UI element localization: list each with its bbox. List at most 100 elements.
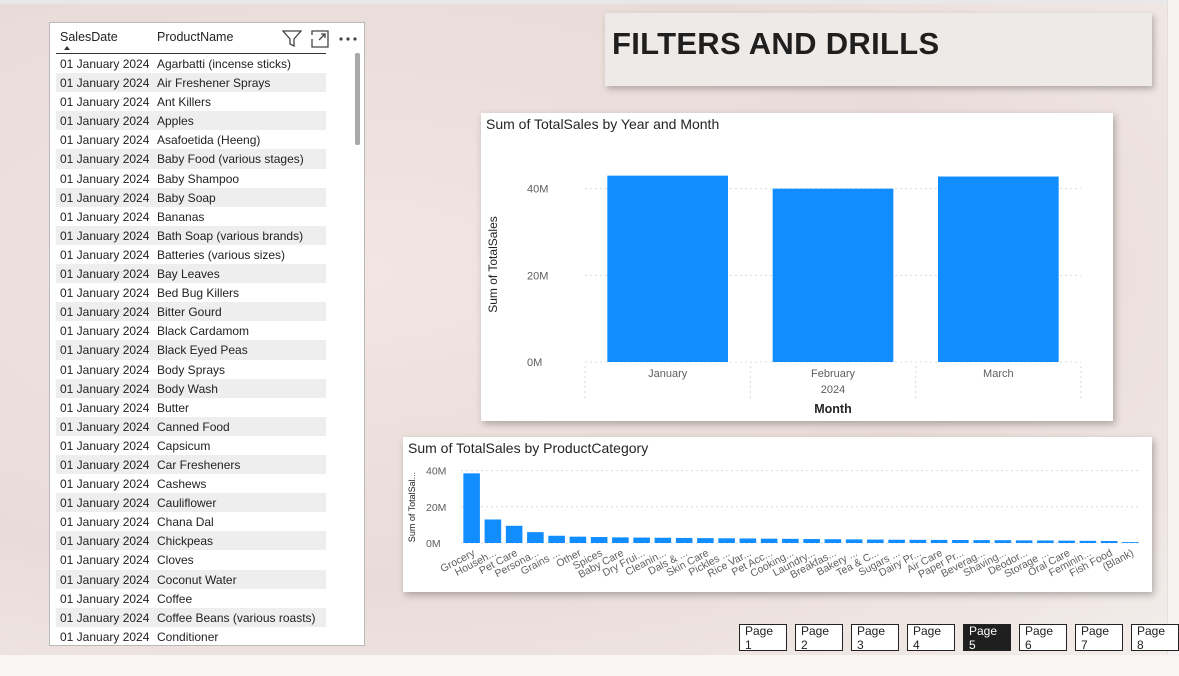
table-row[interactable]: 01 January 2024 Black Cardamom: [56, 321, 326, 340]
cell-productname: Bed Bug Killers: [157, 286, 240, 301]
table-row[interactable]: 01 January 2024 Canned Food: [56, 416, 326, 436]
category-sales-chart[interactable]: Sum of TotalSales by ProductCategory 0M 2…: [403, 437, 1152, 592]
page-button-4[interactable]: Page 4: [907, 624, 955, 652]
y-tick-label: 0M: [527, 357, 542, 369]
cell-salesdate: 01 January 2024: [60, 209, 150, 224]
page-button-3[interactable]: Page 3: [851, 624, 899, 652]
x-tick-label: January: [648, 368, 688, 380]
category-sales-chart-svg: 0M20M40MGroceryHouseh...Pet CarePersona.…: [407, 466, 1141, 581]
table-row[interactable]: 01 January 2024 Bay Leaves: [56, 264, 326, 284]
page-button-7[interactable]: Page 7: [1075, 624, 1123, 652]
page-button-5[interactable]: Page 5: [963, 624, 1011, 652]
focus-mode-icon[interactable]: [311, 30, 329, 51]
bar: [909, 539, 927, 543]
table-row[interactable]: 01 January 2024 Baby Food (various stages…: [56, 149, 326, 169]
cell-productname: Body Sprays: [157, 362, 226, 377]
table-row[interactable]: 01 January 2024 Body Wash: [56, 378, 326, 398]
sales-table-visual[interactable]: SalesDate ProductName 01 January 2024 Aga…: [49, 22, 365, 646]
bar: [1100, 541, 1118, 543]
table-row[interactable]: 01 January 2024 Agarbatti (incense sticks…: [56, 54, 326, 73]
table-row[interactable]: 01 January 2024 Conditioner: [56, 627, 326, 646]
visual-header-icons: [281, 30, 358, 51]
page-button-6[interactable]: Page 6: [1019, 624, 1067, 652]
bottom-edge: [0, 655, 1179, 676]
bar: [654, 537, 672, 543]
x-tick-label: March: [983, 368, 1014, 380]
table-row[interactable]: 01 January 2024 Chickpeas: [56, 531, 326, 551]
bar: [824, 539, 842, 543]
sort-ascending-icon: [64, 46, 70, 50]
cell-salesdate: 01 January 2024: [60, 95, 150, 110]
table-row[interactable]: 01 January 2024 Butter: [56, 398, 326, 417]
bar: [803, 539, 820, 543]
table-row[interactable]: 01 January 2024 Bed Bug Killers: [56, 283, 326, 302]
bar: [973, 540, 990, 543]
table-body: 01 January 2024 Agarbatti (incense sticks…: [56, 54, 326, 646]
column-header-productname[interactable]: ProductName: [157, 30, 233, 44]
cell-productname: Black Cardamom: [157, 324, 250, 339]
table-row[interactable]: 01 January 2024 Cauliflower: [56, 493, 326, 513]
page-button-2[interactable]: Page 2: [795, 624, 843, 652]
column-header-salesdate[interactable]: SalesDate: [60, 30, 118, 44]
bar: [937, 176, 1059, 362]
table-row[interactable]: 01 January 2024 Cloves: [56, 550, 326, 569]
cell-salesdate: 01 January 2024: [60, 419, 150, 434]
monthly-sales-chart[interactable]: Sum of TotalSales by Year and Month 0M 20…: [481, 113, 1113, 421]
bar: [1037, 540, 1054, 543]
bar: [612, 537, 629, 543]
table-row[interactable]: 01 January 2024 Bath Soap (various brands…: [56, 225, 326, 245]
y-tick-label: 40M: [426, 466, 446, 478]
cell-productname: Air Freshener Sprays: [157, 76, 271, 91]
table-row[interactable]: 01 January 2024 Baby Soap: [56, 187, 326, 207]
table-row[interactable]: 01 January 2024 Car Fresheners: [56, 454, 326, 475]
cell-salesdate: 01 January 2024: [60, 362, 150, 377]
cell-salesdate: 01 January 2024: [60, 457, 150, 472]
table-row[interactable]: 01 January 2024 Cashews: [56, 474, 326, 493]
cell-salesdate: 01 January 2024: [60, 190, 150, 205]
cell-salesdate: 01 January 2024: [60, 114, 150, 129]
cell-salesdate: 01 January 2024: [60, 629, 150, 644]
cell-salesdate: 01 January 2024: [60, 267, 150, 282]
table-row[interactable]: 01 January 2024 Apples: [56, 111, 326, 131]
page-button-8[interactable]: Page 8: [1131, 624, 1179, 652]
cell-productname: Body Wash: [157, 381, 218, 396]
cell-salesdate: 01 January 2024: [60, 152, 150, 167]
cell-salesdate: 01 January 2024: [60, 171, 150, 186]
cell-productname: Bath Soap (various brands): [157, 228, 304, 243]
table-row[interactable]: 01 January 2024 Bitter Gourd: [56, 302, 326, 322]
cell-salesdate: 01 January 2024: [60, 247, 150, 262]
cell-salesdate: 01 January 2024: [60, 572, 150, 587]
right-pane-edge: [1167, 0, 1179, 676]
table-row[interactable]: 01 January 2024 Bananas: [56, 207, 326, 226]
page-button-1[interactable]: Page 1: [739, 624, 787, 652]
bar: [1122, 542, 1139, 543]
table-row[interactable]: 01 January 2024 Black Eyed Peas: [56, 340, 326, 360]
top-strip: [0, 0, 1179, 4]
table-row[interactable]: 01 January 2024 Batteries (various sizes): [56, 245, 326, 264]
bar: [675, 537, 693, 543]
filter-icon[interactable]: [281, 30, 303, 51]
y-tick-label: 40M: [527, 184, 548, 196]
table-row[interactable]: 01 January 2024 Capsicum: [56, 436, 326, 455]
cell-productname: Baby Food (various stages): [157, 152, 304, 167]
table-row[interactable]: 01 January 2024 Asafoetida (Heeng): [56, 130, 326, 149]
bar: [505, 525, 523, 543]
cell-productname: Agarbatti (incense sticks): [157, 57, 292, 71]
table-row[interactable]: 01 January 2024 Coconut Water: [56, 569, 326, 589]
table-scrollbar[interactable]: [355, 53, 360, 145]
table-row[interactable]: 01 January 2024 Air Freshener Sprays: [56, 73, 326, 93]
more-options-icon[interactable]: [338, 30, 358, 51]
cell-productname: Apples: [157, 114, 194, 129]
cell-salesdate: 01 January 2024: [60, 305, 150, 320]
table-row[interactable]: 01 January 2024 Coffee: [56, 589, 326, 608]
y-axis-title: Sum of TotalSal...: [407, 472, 417, 542]
cell-productname: Coffee Beans (various roasts): [157, 610, 316, 625]
cell-productname: Cashews: [157, 477, 207, 492]
cell-salesdate: 01 January 2024: [60, 534, 150, 549]
table-row[interactable]: 01 January 2024 Baby Shampoo: [56, 169, 326, 188]
table-row[interactable]: 01 January 2024 Body Sprays: [56, 360, 326, 379]
table-row[interactable]: 01 January 2024 Ant Killers: [56, 92, 326, 111]
cell-productname: Baby Soap: [157, 190, 216, 205]
table-row[interactable]: 01 January 2024 Coffee Beans (various roa…: [56, 607, 326, 627]
table-row[interactable]: 01 January 2024 Chana Dal: [56, 512, 326, 531]
